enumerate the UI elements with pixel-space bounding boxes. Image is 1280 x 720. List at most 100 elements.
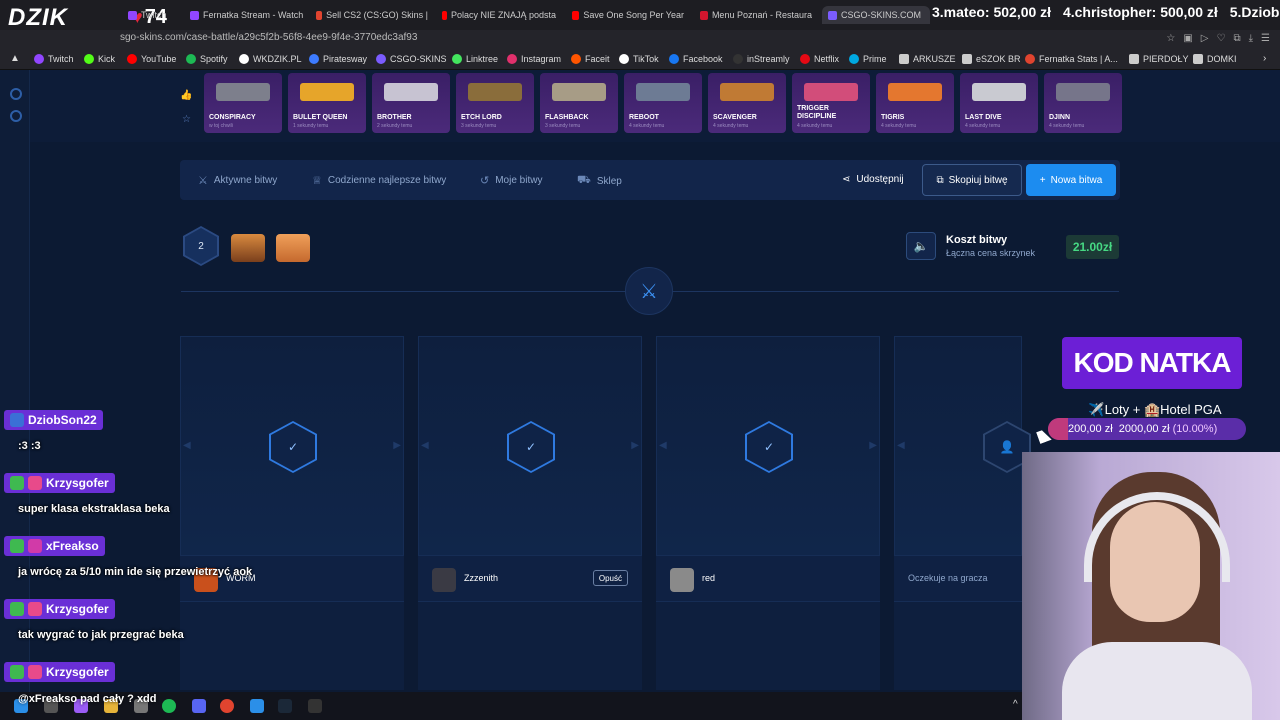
drop-card[interactable]: BROTHER 2 sekundy temu: [372, 73, 450, 133]
bookmark-folder-arkusze[interactable]: ARKUSZE: [899, 54, 956, 64]
tab-favicon-icon: [442, 10, 447, 20]
browser-tab[interactable]: Polacy NIE ZNAJĄ podsta: [442, 6, 556, 24]
discord-icon[interactable]: [192, 699, 206, 713]
nav-my-battles[interactable]: ↺ Moje bitwy: [480, 174, 542, 187]
copy-battle-button[interactable]: ⧉ Skopiuj bitwę: [922, 164, 1022, 196]
browser-toolbar: ☆ ▣ ▷ ♡ ⧉ ⤓ ☰: [1166, 33, 1270, 44]
arrow-left-icon: ◀: [897, 440, 905, 451]
new-battle-button[interactable]: + Nowa bitwa: [1026, 164, 1116, 196]
weapon-icon: [216, 83, 270, 101]
bookmark-netflix[interactable]: Netflix: [800, 54, 839, 64]
drop-card[interactable]: TRIGGER DISCIPLINE 4 sekundy temu: [792, 73, 870, 133]
weapon-icon: [552, 83, 606, 101]
player-info: Oczekuje na gracza: [894, 556, 1022, 602]
arrow-icon[interactable]: ▲: [10, 53, 20, 64]
menu-icon[interactable]: ☰: [1261, 33, 1270, 44]
more-bookmarks-icon[interactable]: ›: [1263, 53, 1266, 64]
steam-icon[interactable]: [278, 699, 292, 713]
browser-tab[interactable]: Save One Song Per Year: [572, 6, 684, 24]
nav-active-battles[interactable]: ⚔ Aktywne bitwy: [198, 174, 277, 187]
share-button[interactable]: ⋖ Udostępnij: [842, 174, 904, 185]
tiktok-icon: [619, 54, 629, 64]
badge-icon: [10, 602, 24, 616]
browser-tab-bar: DZIK ♥ 74 Twitch Fernatka Stream - Watch …: [0, 0, 1280, 31]
play-icon[interactable]: ▷: [1201, 33, 1209, 44]
bookmark-folder-domki[interactable]: DOMKI: [1193, 54, 1237, 64]
spotify-icon[interactable]: [162, 699, 176, 713]
nav-shop[interactable]: ⛟ Sklep: [577, 174, 622, 188]
bookmark-csgo-skins[interactable]: CSGO-SKINS: [376, 54, 447, 64]
browser-tab[interactable]: Fernatka Stream - Watch: [190, 6, 305, 24]
case-icon[interactable]: [276, 234, 310, 262]
drop-card[interactable]: ETCH LORD 3 sekundy temu: [456, 73, 534, 133]
leave-button[interactable]: Opuść: [592, 570, 628, 586]
bookmark-facebook[interactable]: Facebook: [669, 54, 723, 64]
drop-card[interactable]: REBOOT 4 sekundy temu: [624, 73, 702, 133]
bookmark-eszok[interactable]: eSZOK BR: [962, 54, 1021, 64]
drop-card[interactable]: BULLET QUEEN 1 sekundy temu: [288, 73, 366, 133]
bookmark-instagram[interactable]: Instagram: [507, 54, 561, 64]
bookmark-piratesway[interactable]: Piratesway: [309, 54, 367, 64]
bookmark-kick[interactable]: Kick: [84, 54, 115, 64]
folder-icon: [1193, 54, 1203, 64]
drops-area: [656, 602, 880, 690]
player-info: WORM: [180, 556, 404, 602]
bookmark-folder-pierdoly[interactable]: PIERDOŁY: [1129, 54, 1189, 64]
bookmark-instreamly[interactable]: inStreamly: [733, 54, 790, 64]
kick-icon: [84, 54, 94, 64]
screenshot-icon[interactable]: ▣: [1183, 33, 1192, 44]
linktree-icon: [452, 54, 462, 64]
browser-tab[interactable]: Sell CS2 (CS:GO) Skins |: [316, 6, 428, 24]
download-icon[interactable]: ⤓: [1249, 33, 1253, 44]
notes-icon[interactable]: [250, 699, 264, 713]
browser-tab[interactable]: Twitch: [128, 6, 167, 24]
bookmark-prime[interactable]: Prime: [849, 54, 887, 64]
netflix-icon: [800, 54, 810, 64]
ready-hex: ✓: [507, 421, 555, 473]
bookmark-tiktok[interactable]: TikTok: [619, 54, 659, 64]
tray-caret-icon[interactable]: ^: [1013, 699, 1018, 710]
bookmark-fernatka-stats[interactable]: Fernatka Stats | A...: [1025, 54, 1118, 64]
badge-icon: [28, 539, 42, 553]
extensions-icon[interactable]: ⧉: [1233, 33, 1240, 44]
weapon-icon: [300, 83, 354, 101]
sound-toggle-button[interactable]: 🔈: [906, 232, 936, 260]
bookmark-linktree[interactable]: Linktree: [452, 54, 498, 64]
badge-icon: [28, 665, 42, 679]
twitch-icon: [34, 54, 44, 64]
tab-favicon-icon: [700, 10, 708, 20]
case-icon[interactable]: [231, 234, 265, 262]
chat-username: DziobSon22: [4, 410, 103, 430]
drop-card[interactable]: SCAVENGER 4 sekundy temu: [708, 73, 786, 133]
settings-icon[interactable]: [10, 110, 22, 122]
drop-card[interactable]: FLASHBACK 3 sekundy temu: [540, 73, 618, 133]
weapon-icon: [720, 83, 774, 101]
drop-card[interactable]: DJINN 4 sekundy temu: [1044, 73, 1122, 133]
facebook-icon: [669, 54, 679, 64]
browser-tab[interactable]: Menu Poznań - Restaura: [700, 6, 812, 24]
badge-icon: [10, 413, 24, 427]
drops-area: [894, 602, 1022, 690]
star-icon[interactable]: ☆: [182, 114, 191, 125]
epic-icon[interactable]: [308, 699, 322, 713]
bookmark-icon[interactable]: ☆: [1166, 33, 1175, 44]
tab-favicon-icon: [828, 10, 837, 20]
instreamly-icon: [733, 54, 743, 64]
drop-card[interactable]: TIGRIS 4 sekundy temu: [876, 73, 954, 133]
browser-tab-active[interactable]: CSGO-SKINS.COM: [822, 6, 930, 24]
clock-icon[interactable]: [10, 88, 22, 100]
drop-card[interactable]: CONSPIRACY w toj chwili: [204, 73, 282, 133]
thumbs-up-icon[interactable]: 👍: [180, 90, 192, 101]
bookmark-wkdzik[interactable]: WKDZIK.PL: [239, 54, 302, 64]
bookmark-faceit[interactable]: Faceit: [571, 54, 610, 64]
promo-code-banner: KOD NATKA: [1062, 337, 1242, 389]
url-field[interactable]: sgo-skins.com/case-battle/a29c5f2b-56f8-…: [120, 32, 417, 43]
heart-icon[interactable]: ♡: [1217, 33, 1226, 44]
obs-icon[interactable]: [220, 699, 234, 713]
nav-daily-best[interactable]: ♕ Codzienne najlepsze bitwy: [312, 174, 446, 187]
bookmark-spotify[interactable]: Spotify: [186, 54, 228, 64]
bookmark-twitch[interactable]: Twitch: [34, 54, 74, 64]
bookmark-youtube[interactable]: YouTube: [127, 54, 176, 64]
drop-card[interactable]: LAST DIVE 4 sekundy temu: [960, 73, 1038, 133]
ready-hex: ✓: [745, 421, 793, 473]
